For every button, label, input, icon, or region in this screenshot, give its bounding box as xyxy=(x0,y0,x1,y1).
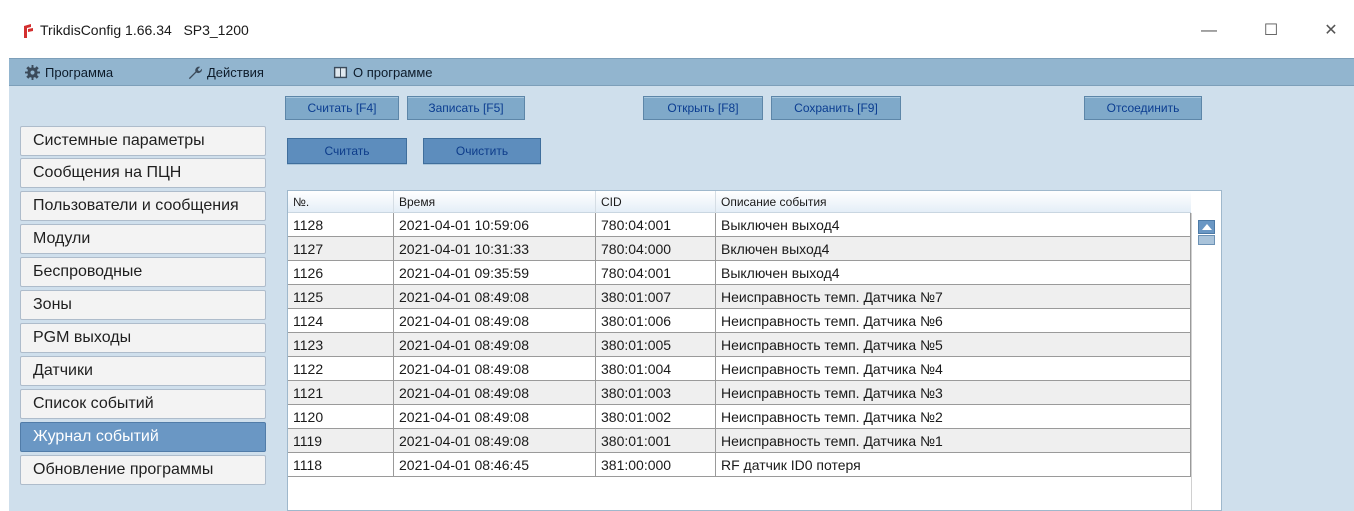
cell-time: 2021-04-01 10:31:33 xyxy=(394,237,596,261)
table-row[interactable]: 1122 2021-04-01 08:49:08 380:01:004 Неиспра… xyxy=(288,357,1191,381)
sidebar-item-sensors[interactable]: Датчики xyxy=(20,356,266,386)
column-header-time[interactable]: Время xyxy=(394,191,596,213)
save-f9-button[interactable]: Сохранить [F9] xyxy=(771,96,901,120)
cell-description: RF датчик ID0 потеря xyxy=(716,453,1191,477)
sidebar-item-cms-messages[interactable]: Сообщения на ПЦН xyxy=(20,158,266,188)
cell-time: 2021-04-01 10:59:06 xyxy=(394,213,596,237)
cell-number: 1127 xyxy=(288,237,394,261)
read-f4-button[interactable]: Считать [F4] xyxy=(285,96,399,120)
cell-cid: 380:01:005 xyxy=(596,333,716,357)
cell-number: 1119 xyxy=(288,429,394,453)
write-f5-button[interactable]: Записать [F5] xyxy=(407,96,525,120)
cell-description: Неисправность темп. Датчика №2 xyxy=(716,405,1191,429)
cell-number: 1121 xyxy=(288,381,394,405)
table-row[interactable]: 1121 2021-04-01 08:49:08 380:01:003 Неиспра… xyxy=(288,381,1191,405)
table-header: №. Время CID Описание события xyxy=(288,191,1191,213)
menu-about[interactable]: О программе xyxy=(333,59,463,86)
sidebar-item-zones[interactable]: Зоны xyxy=(20,290,266,320)
sidebar-item-event-log[interactable]: Журнал событий xyxy=(20,422,266,452)
table-row[interactable]: 1118 2021-04-01 08:46:45 381:00:000 RF датч… xyxy=(288,453,1191,477)
table-row[interactable]: 1119 2021-04-01 08:49:08 380:01:001 Неиспра… xyxy=(288,429,1191,453)
menu-program-label: Программа xyxy=(45,65,114,80)
gear-icon xyxy=(25,65,40,80)
event-log-table[interactable]: №. Время CID Описание события 1128 2021-0… xyxy=(287,190,1222,511)
cell-description: Выключен выход4 xyxy=(716,213,1191,237)
cell-number: 1123 xyxy=(288,333,394,357)
window-title: TrikdisConfig 1.66.34 SP3_1200 xyxy=(40,22,249,38)
cell-time: 2021-04-01 08:49:08 xyxy=(394,285,596,309)
title-bar: TrikdisConfig 1.66.34 SP3_1200 — ☐ ✕ xyxy=(0,0,1354,58)
cell-cid: 380:01:002 xyxy=(596,405,716,429)
menu-bar: Программа Действия О программе xyxy=(9,58,1354,86)
cell-cid: 380:01:007 xyxy=(596,285,716,309)
cell-number: 1124 xyxy=(288,309,394,333)
sidebar-item-firmware-update[interactable]: Обновление программы xyxy=(20,455,266,485)
cell-time: 2021-04-01 08:49:08 xyxy=(394,429,596,453)
table-scrollbar[interactable] xyxy=(1191,213,1221,510)
cell-description: Неисправность темп. Датчика №3 xyxy=(716,381,1191,405)
cell-number: 1126 xyxy=(288,261,394,285)
wrench-icon xyxy=(188,66,202,80)
sidebar-item-event-list[interactable]: Список событий xyxy=(20,389,266,419)
cell-cid: 780:04:000 xyxy=(596,237,716,261)
read-log-button[interactable]: Считать xyxy=(287,138,407,164)
close-button[interactable]: ✕ xyxy=(1316,18,1346,44)
cell-description: Неисправность темп. Датчика №4 xyxy=(716,357,1191,381)
scroll-up-arrow-icon[interactable] xyxy=(1198,220,1215,234)
cell-number: 1128 xyxy=(288,213,394,237)
cell-time: 2021-04-01 08:49:08 xyxy=(394,381,596,405)
menu-actions-label: Действия xyxy=(207,65,264,80)
clear-log-button[interactable]: Очистить xyxy=(423,138,541,164)
table-row[interactable]: 1125 2021-04-01 08:49:08 380:01:007 Неиспра… xyxy=(288,285,1191,309)
book-icon xyxy=(333,66,348,79)
column-header-number[interactable]: №. xyxy=(288,191,394,213)
cell-description: Неисправность темп. Датчика №6 xyxy=(716,309,1191,333)
cell-time: 2021-04-01 08:49:08 xyxy=(394,357,596,381)
sidebar-item-modules[interactable]: Модули xyxy=(20,224,266,254)
menu-actions[interactable]: Действия xyxy=(187,59,297,86)
sidebar-item-pgm-outputs[interactable]: PGM выходы xyxy=(20,323,266,353)
cell-number: 1125 xyxy=(288,285,394,309)
sidebar-item-system-params[interactable]: Системные параметры xyxy=(20,126,266,156)
cell-number: 1120 xyxy=(288,405,394,429)
menu-about-label: О программе xyxy=(353,65,433,80)
menu-program[interactable]: Программа xyxy=(25,59,155,86)
cell-time: 2021-04-01 08:46:45 xyxy=(394,453,596,477)
cell-cid: 380:01:003 xyxy=(596,381,716,405)
maximize-button[interactable]: ☐ xyxy=(1256,18,1286,44)
disconnect-button[interactable]: Отсоединить xyxy=(1084,96,1202,120)
open-f8-button[interactable]: Открыть [F8] xyxy=(643,96,763,120)
cell-description: Неисправность темп. Датчика №1 xyxy=(716,429,1191,453)
table-row[interactable]: 1126 2021-04-01 09:35:59 780:04:001 Выключе… xyxy=(288,261,1191,285)
cell-cid: 780:04:001 xyxy=(596,213,716,237)
cell-number: 1118 xyxy=(288,453,394,477)
cell-time: 2021-04-01 08:49:08 xyxy=(394,405,596,429)
scroll-thumb[interactable] xyxy=(1198,235,1215,245)
table-row[interactable]: 1123 2021-04-01 08:49:08 380:01:005 Неиспра… xyxy=(288,333,1191,357)
table-row[interactable]: 1127 2021-04-01 10:31:33 780:04:000 Включен… xyxy=(288,237,1191,261)
cell-time: 2021-04-01 09:35:59 xyxy=(394,261,596,285)
table-row[interactable]: 1128 2021-04-01 10:59:06 780:04:001 Выключе… xyxy=(288,213,1191,237)
cell-time: 2021-04-01 08:49:08 xyxy=(394,309,596,333)
cell-description: Неисправность темп. Датчика №7 xyxy=(716,285,1191,309)
cell-cid: 780:04:001 xyxy=(596,261,716,285)
sidebar-item-users[interactable]: Пользователи и сообщения xyxy=(20,191,266,221)
cell-description: Выключен выход4 xyxy=(716,261,1191,285)
cell-number: 1122 xyxy=(288,357,394,381)
minimize-button[interactable]: — xyxy=(1194,18,1224,44)
sidebar-item-wireless[interactable]: Беспроводные xyxy=(20,257,266,287)
main-area: Считать [F4] Записать [F5] Открыть [F8] … xyxy=(9,86,1354,511)
app-logo-icon xyxy=(24,24,33,38)
cell-cid: 380:01:006 xyxy=(596,309,716,333)
cell-cid: 380:01:004 xyxy=(596,357,716,381)
cell-description: Неисправность темп. Датчика №5 xyxy=(716,333,1191,357)
table-row[interactable]: 1124 2021-04-01 08:49:08 380:01:006 Неиспра… xyxy=(288,309,1191,333)
cell-cid: 380:01:001 xyxy=(596,429,716,453)
cell-cid: 381:00:000 xyxy=(596,453,716,477)
column-header-description[interactable]: Описание события xyxy=(716,191,1191,213)
cell-time: 2021-04-01 08:49:08 xyxy=(394,333,596,357)
column-header-cid[interactable]: CID xyxy=(596,191,716,213)
table-row[interactable]: 1120 2021-04-01 08:49:08 380:01:002 Неиспра… xyxy=(288,405,1191,429)
cell-description: Включен выход4 xyxy=(716,237,1191,261)
